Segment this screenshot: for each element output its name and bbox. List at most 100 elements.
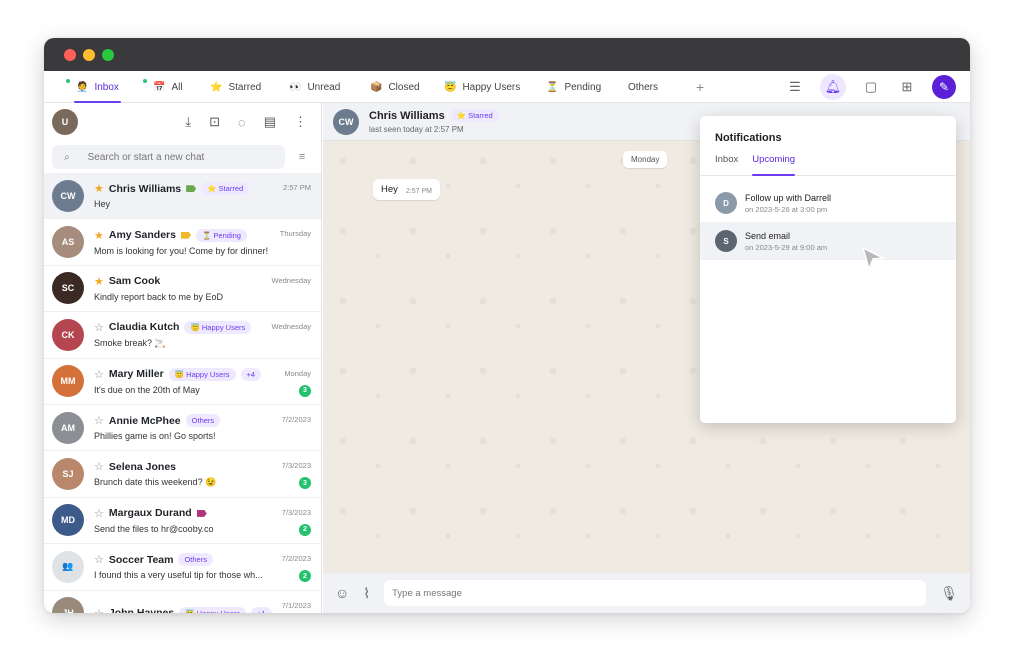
contact-avatar[interactable]: MD [52,504,84,537]
tab-label: Starred [228,81,262,93]
sliders-icon[interactable]: ☰ [784,76,806,98]
microphone-icon[interactable]: 🎙︎ [940,585,958,602]
notification-item[interactable]: S Send email on 2023-5-29 at 9:00 am [700,222,956,260]
tab-label: All [171,81,183,93]
tab-pending[interactable]: ⏳ Pending [544,71,603,103]
unread-dot-icon [66,79,70,83]
chat-list-item[interactable]: 👥 ☆ Soccer Team Others I found this a very u… [44,544,321,591]
chat-item-title-row: ☆ Soccer Team Others [94,553,313,567]
notifications-tab-upcoming[interactable]: Upcoming [752,154,795,176]
download-icon[interactable]: ⤓ [185,114,191,130]
tab-starred[interactable]: ⭐ Starred [208,71,263,103]
contact-avatar[interactable]: SJ [52,458,84,491]
star-outline-icon[interactable]: ☆ [94,368,104,381]
tag-pill: ⏳ Pending [196,228,247,242]
add-tab-button[interactable]: + [694,71,706,103]
close-window-button[interactable] [64,48,76,61]
sidebar-header: U ⤓ ⊡ ◌ ▤ ⋮ [44,103,321,141]
contact-name: Claudia Kutch [108,321,180,334]
contact-avatar[interactable]: JH [52,597,84,613]
chat-list-item[interactable]: SJ ☆ Selena Jones Brunch date this weekend?… [44,451,321,498]
more-menu-icon[interactable]: ⋮ [294,114,307,130]
chat-time: Wednesday [271,322,311,332]
tab-emoji-icon: 📅 [153,81,166,93]
chat-list-item[interactable]: MD ☆ Margaux Durand Send the files to hr@co… [44,498,321,545]
notification-text: Follow up with Darrell on 2023-5-26 at 3:… [745,193,831,214]
notifications-list: D Follow up with Darrell on 2023-5-26 at 3… [700,184,956,260]
chat-time: 7/3/2023 [281,507,311,517]
add-status-icon[interactable]: ⊡ [209,114,220,130]
contact-avatar[interactable]: CW [333,108,359,135]
contact-avatar[interactable]: CW [52,179,84,212]
tag-pill: ⭐ Starred [201,182,250,196]
notifications-title: Notifications [715,132,782,144]
star-outline-icon[interactable]: ☆ [94,321,104,334]
chat-list-item[interactable]: SC ★ Sam Cook Kindly report back to me by E… [44,266,321,313]
star-outline-icon[interactable]: ☆ [94,607,104,613]
filter-icon[interactable]: ≡ [291,151,313,163]
tag-pill: Others [178,553,213,567]
chat-item-title-row: ☆ Selena Jones [94,460,313,474]
message-input[interactable]: Type a message [384,580,927,606]
contact-avatar[interactable]: AS [52,226,84,259]
message-icon[interactable]: ▤ [264,114,276,130]
date-divider: Monday [623,151,668,168]
chat-list: CW ★ Chris Williams ⭐ Starred Hey 2:57 PM AS ★ A… [44,173,321,613]
maximize-window-button[interactable] [102,48,114,61]
message-preview: Mom is looking for you! Come by for dinn… [94,245,269,256]
tab-all[interactable]: 📅 All [143,71,185,103]
grid-icon[interactable]: ⊞ [896,76,918,98]
chat-list-item[interactable]: CK ☆ Claudia Kutch 😇 Happy Users Smoke break… [44,312,321,359]
contact-avatar[interactable]: SC [52,272,84,305]
tab-emoji-icon: 👀 [289,81,302,93]
star-outline-icon[interactable]: ☆ [94,553,104,566]
bell-icon[interactable]: 🔔︎ [820,74,846,100]
tag-pill: 😇 Happy Users [168,367,236,381]
tab-unread[interactable]: 👀 Unread [287,71,342,103]
emoji-icon[interactable]: ☺ [335,585,349,601]
chat-item-body: ☆ Selena Jones Brunch date this weekend? 😉 [94,460,313,488]
tab-label: Closed [388,81,420,93]
mouse-pointer-icon [861,246,886,271]
message-bubble[interactable]: Hey 2:57 PM [373,179,440,200]
chat-list-item[interactable]: CW ★ Chris Williams ⭐ Starred Hey 2:57 PM [44,173,321,220]
contact-name: Chris Williams [369,109,445,122]
document-icon[interactable]: ▢ [860,76,882,98]
chat-list-item[interactable]: JH ☆ John Haynes 😇 Happy Users +1 7/1/2023 [44,591,321,613]
tab-happy-users[interactable]: 😇 Happy Users [442,71,522,103]
attach-icon[interactable]: ⌇ [363,585,370,602]
chat-time: 2:57 PM [283,183,311,192]
contact-name: Margaux Durand [108,507,192,520]
chat-list-item[interactable]: MM ☆ Mary Miller 😇 Happy Users +4 It's due on… [44,359,321,405]
chat-list-item[interactable]: AS ★ Amy Sanders ⏳ Pending Mom is looking fo… [44,219,321,266]
brand-logo-icon[interactable]: ✎ [932,75,956,99]
refresh-icon[interactable]: ◌ [238,115,246,130]
notifications-popover: Notifications Inbox Upcoming D Follow up w… [700,116,956,423]
message-placeholder: Type a message [392,587,462,599]
chat-time: 7/1/2023 [281,600,311,610]
tab-inbox[interactable]: 🧑‍💼 Inbox [66,71,121,103]
notification-item[interactable]: D Follow up with Darrell on 2023-5-26 at 3… [700,184,956,222]
chat-list-item[interactable]: AM ☆ Annie McPhee Others Phillies game is on… [44,405,321,452]
search-input[interactable]: ⌕ Search or start a new chat [52,145,285,169]
star-outline-icon[interactable]: ☆ [94,507,104,520]
contact-avatar[interactable]: 👥 [52,550,84,583]
tab-others[interactable]: Others [626,71,660,103]
user-avatar[interactable]: U [52,109,78,135]
notification-time: on 2023-5-26 at 3:00 pm [745,204,828,214]
chat-sidebar: U ⤓ ⊡ ◌ ▤ ⋮ ⌕ Search or start a new chat… [44,103,322,613]
star-outline-icon[interactable]: ☆ [94,414,104,427]
tab-bar: 🧑‍💼 Inbox 📅 All ⭐ Starred 👀 Unread 📦 Closed 😇 Happy… [44,71,970,103]
contact-avatar[interactable]: AM [52,411,84,444]
tab-closed[interactable]: 📦 Closed [368,71,422,103]
star-filled-icon[interactable]: ★ [94,182,104,195]
minimize-window-button[interactable] [83,48,95,61]
star-filled-icon[interactable]: ★ [94,275,104,288]
star-outline-icon[interactable]: ☆ [94,460,104,473]
contact-avatar[interactable]: MM [52,365,84,398]
contact-name: Soccer Team [108,553,174,566]
notifications-tab-inbox[interactable]: Inbox [715,154,738,176]
star-filled-icon[interactable]: ★ [94,229,104,242]
contact-avatar[interactable]: CK [52,318,84,351]
contact-name: Mary Miller [108,368,164,381]
